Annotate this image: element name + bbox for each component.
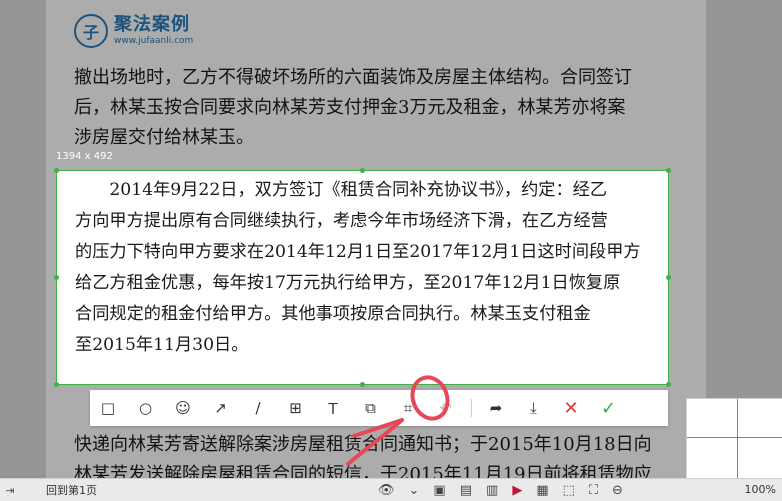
document-paragraph-1: 撤出场地时，乙方不得破坏场所的六面装饰及房屋主体结构。合同签订 后，林某玉按合同… <box>74 63 664 153</box>
resize-handle[interactable] <box>666 168 671 173</box>
status-bar: ⇥ 回到第1页 👁 ⌄ ▣ ▤ ▥ ▶ ▦ ⬚ ⛶ ⊖ 100% <box>0 478 782 501</box>
text-line: 给乙方租金优惠，每年按17万元执行给甲方，至2017年12月1日恢复原 <box>75 273 621 293</box>
eye-icon[interactable]: 👁 <box>378 483 395 498</box>
jufa-logo: 子 聚法案例 www.jufaanli.com <box>74 14 193 48</box>
text-line: 后，林某玉按合同要求向林某芳支付押金3万元及租金，林某芳亦将案 <box>74 97 626 118</box>
text-line: 快递向林某芳寄送解除案涉房屋租赁合同通知书；于2015年10月18日向 <box>74 434 652 455</box>
resize-handle[interactable] <box>54 275 59 280</box>
share-icon[interactable]: ➦ <box>478 390 514 426</box>
two-page-icon[interactable]: ▥ <box>486 483 498 498</box>
thumbnail-guide <box>687 437 782 438</box>
logo-text: 聚法案例 www.jufaanli.com <box>114 16 193 46</box>
selection-size-label: 1394 x 492 <box>56 151 113 162</box>
continuous-page-icon[interactable]: ▤ <box>460 483 472 498</box>
emoji-tool-icon[interactable]: ☺ <box>165 390 201 426</box>
ellipse-tool-icon[interactable]: ○ <box>128 390 164 426</box>
sidebar-toggle-icon[interactable]: ⇥ <box>0 484 20 497</box>
pin-tool-icon[interactable]: ⧉ <box>353 390 389 426</box>
video-play-icon[interactable]: ▶ <box>512 483 522 498</box>
arrow-tool-icon[interactable]: ↗ <box>203 390 239 426</box>
resize-handle[interactable] <box>54 168 59 173</box>
logo-url: www.jufaanli.com <box>114 36 194 46</box>
save-icon[interactable]: ⤓ <box>516 390 552 426</box>
fit-width-icon[interactable]: ⬚ <box>563 483 575 498</box>
logo-name: 聚法案例 <box>114 14 190 35</box>
text-line: 涉房屋交付给林某玉。 <box>74 127 254 148</box>
resize-handle[interactable] <box>360 382 365 387</box>
text-line: 撤出场地时，乙方不得破坏场所的六面装饰及房屋主体结构。合同签订 <box>74 67 632 88</box>
text-line: 合同规定的租金付给甲方。其他事项按原合同执行。林某玉支付租金 <box>75 304 591 324</box>
document-paragraph-2: 2014年9月22日，双方签订《租赁合同补充协议书》，约定：经乙 方向甲方提出原… <box>75 175 660 361</box>
cancel-icon[interactable]: ✕ <box>553 390 589 426</box>
capture-toolbar: □ ○ ☺ ↗ ∕ ⊞ Ｔ ⧉ ⌗ ↶ ➦ ⤓ ✕ ✓ <box>90 390 668 426</box>
view-mode-controls: 👁 ⌄ ▣ ▤ ▥ ▶ ▦ ⬚ ⛶ ⊖ <box>378 479 623 501</box>
zoom-level[interactable]: 100% <box>745 483 776 496</box>
undo-icon[interactable]: ↶ <box>428 390 464 426</box>
thumbnail-guide <box>737 399 738 479</box>
rectangle-tool-icon[interactable]: □ <box>90 390 126 426</box>
back-to-first-page-link[interactable]: 回到第1页 <box>46 482 97 498</box>
text-tool-icon[interactable]: Ｔ <box>315 390 351 426</box>
single-page-icon[interactable]: ▣ <box>433 483 445 498</box>
logo-mark-icon: 子 <box>74 14 108 48</box>
text-line: 至2015年11月30日。 <box>75 335 249 355</box>
resize-handle[interactable] <box>666 275 671 280</box>
zoom-out-icon[interactable]: ⊖ <box>612 483 623 498</box>
mosaic-tool-icon[interactable]: ⊞ <box>278 390 314 426</box>
page-thumbnail[interactable] <box>686 398 782 480</box>
capture-selection-region[interactable]: 2014年9月22日，双方签订《租赁合同补充协议书》，约定：经乙 方向甲方提出原… <box>54 168 671 387</box>
resize-handle[interactable] <box>666 382 671 387</box>
ocr-tool-icon[interactable]: ⌗ <box>390 390 426 426</box>
confirm-icon[interactable]: ✓ <box>591 390 627 426</box>
book-view-icon[interactable]: ▦ <box>536 483 548 498</box>
text-line: 2014年9月22日，双方签订《租赁合同补充协议书》，约定：经乙 <box>75 180 608 200</box>
chevron-down-icon[interactable]: ⌄ <box>409 483 420 498</box>
toolbar-divider <box>471 399 472 417</box>
resize-handle[interactable] <box>54 382 59 387</box>
text-line: 的压力下特向甲方要求在2014年12月1日至2017年12月1日这时间段甲方 <box>75 242 641 262</box>
pen-tool-icon[interactable]: ∕ <box>240 390 276 426</box>
fullscreen-icon[interactable]: ⛶ <box>589 483 598 498</box>
resize-handle[interactable] <box>360 168 365 173</box>
text-line: 方向甲方提出原有合同继续执行，考虑今年市场经济下滑，在乙方经营 <box>75 211 608 231</box>
